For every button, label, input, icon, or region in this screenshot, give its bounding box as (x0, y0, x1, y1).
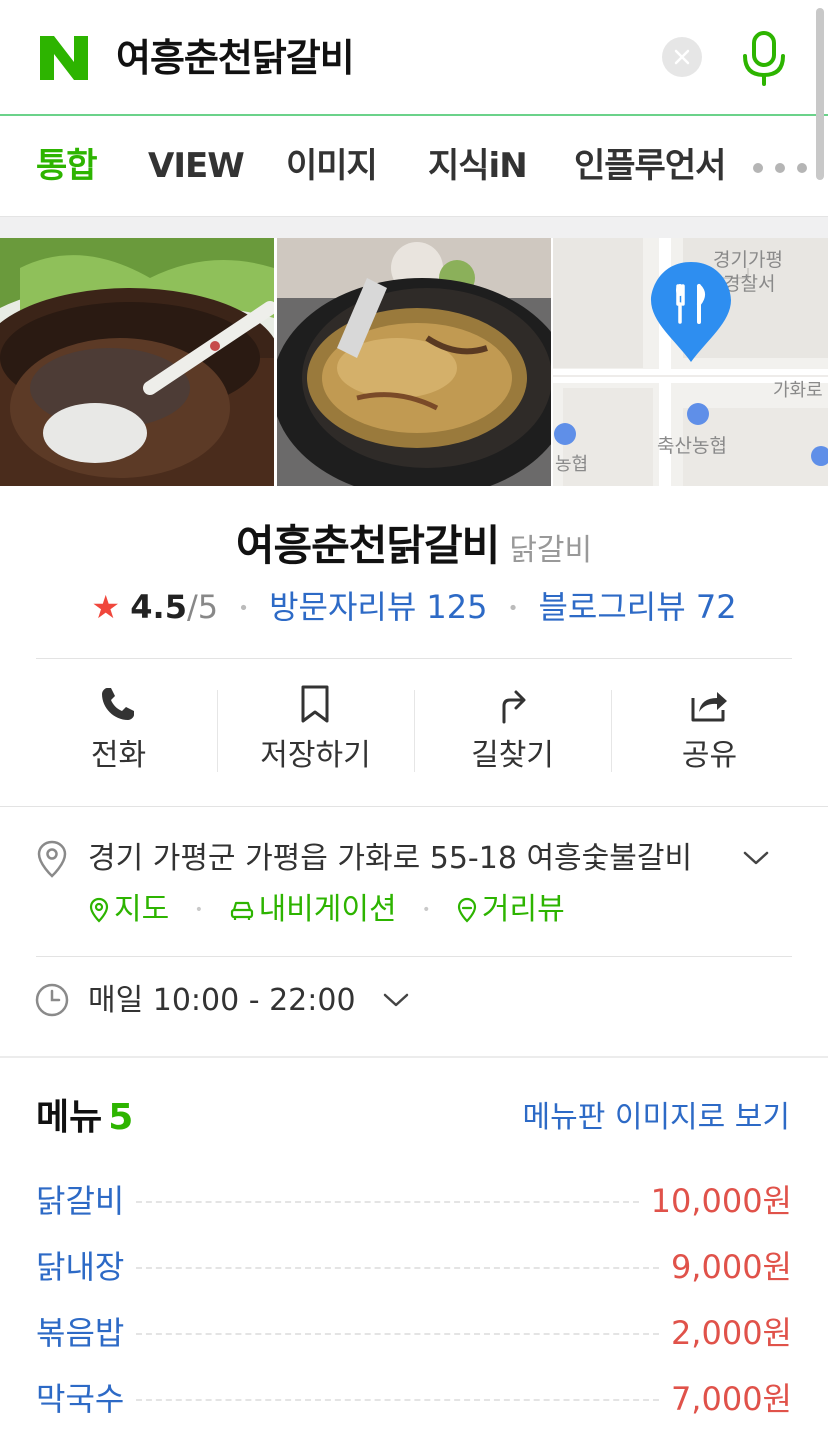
menu-item-price: 10,000원 (638, 1176, 792, 1222)
map-link-label: 지도 (114, 891, 170, 927)
share-icon (691, 692, 727, 722)
microphone-icon[interactable] (740, 30, 788, 86)
directions-icon (502, 690, 526, 724)
rating-value: 4.5 (130, 588, 187, 626)
address-text[interactable]: 경기 가평군 가평읍 가화로 55-18 여흥숯불갈비 (88, 838, 692, 880)
rating-max: /5 (186, 588, 219, 626)
tab-images[interactable]: 이미지 (286, 144, 378, 188)
menu-item-name: 막국수 (36, 1374, 137, 1420)
bookmark-icon (301, 685, 329, 723)
menu-title: 메뉴 (36, 1097, 103, 1138)
save-button[interactable]: 저장하기 (217, 660, 414, 806)
close-icon (674, 49, 690, 65)
blog-reviews-link[interactable]: 블로그리뷰 72 (538, 588, 736, 626)
photo-strip: 경기가평 경찰서 가화로 축산농협 농협 (0, 238, 828, 486)
call-button[interactable]: 전화 (20, 660, 217, 806)
rating-row: ★ 4.5/5 • 방문자리뷰 125 • 블로그리뷰 72 (0, 586, 828, 630)
navigation-link[interactable]: 내비게이션 (229, 889, 397, 931)
menu-leader (136, 1333, 659, 1335)
search-tabs: 통합 VIEW 이미지 지식iN 인플루언서 (0, 116, 828, 216)
separator-dot: • (507, 598, 519, 619)
menu-item-price: 2,000원 (658, 1308, 792, 1354)
share-button[interactable]: 공유 (611, 660, 808, 806)
map-label-nonghyup: 농협 (555, 454, 588, 475)
call-label: 전화 (90, 738, 147, 773)
map-link[interactable]: 지도 (88, 889, 169, 931)
navigation-link-label: 내비게이션 (258, 891, 397, 927)
section-spacer (0, 216, 828, 238)
clock-icon (35, 983, 69, 1017)
map-thumbnail[interactable]: 경기가평 경찰서 가화로 축산농협 농협 (553, 238, 828, 486)
divider (0, 806, 828, 807)
menu-item-price: 9,000원 (658, 1242, 792, 1288)
naver-logo[interactable] (38, 34, 90, 82)
menu-item-name: 닭갈비 (36, 1176, 137, 1222)
menu-leader (136, 1201, 639, 1203)
menu-item-name: 볶음밥 (36, 1308, 137, 1354)
directions-button[interactable]: 길찾기 (414, 660, 611, 806)
menu-heading: 메뉴 5 (36, 1096, 133, 1140)
street-view-link[interactable]: 거리뷰 (456, 889, 565, 931)
search-bar: 여흥춘천닭갈비 (0, 0, 828, 116)
map-pin-icon (89, 897, 109, 923)
location-pin-icon (37, 840, 67, 878)
place-name[interactable]: 여흥춘천닭갈비 (236, 521, 500, 570)
clear-search-button[interactable] (662, 37, 702, 77)
map-label-station: 경찰서 (723, 273, 775, 295)
separator-dot: • (238, 598, 249, 619)
menu-item-name: 닭내장 (36, 1242, 137, 1288)
tab-view[interactable]: VIEW (148, 144, 245, 188)
menu-list: 닭갈비 10,000원 닭내장 9,000원 볶음밥 2,000원 막국수 7,… (36, 1166, 792, 1430)
menu-item[interactable]: 닭갈비 10,000원 (36, 1166, 792, 1232)
tab-integrated[interactable]: 통합 (36, 144, 98, 188)
menu-item[interactable]: 막국수 7,000원 (36, 1364, 792, 1430)
map-label-police: 경기가평 (713, 249, 783, 271)
divider (36, 658, 792, 659)
business-hours[interactable]: 매일 10:00 - 22:00 (88, 980, 356, 1022)
separator-dot: • (422, 901, 431, 918)
save-label: 저장하기 (260, 738, 371, 773)
separator-dot: • (194, 901, 204, 918)
search-query[interactable]: 여흥춘천닭갈비 (116, 30, 355, 86)
share-label: 공유 (681, 738, 738, 773)
car-icon (230, 901, 253, 920)
phone-icon (102, 688, 134, 720)
divider (36, 956, 792, 957)
tab-influencer[interactable]: 인플루언서 (574, 144, 726, 188)
address-links: 지도 • 내비게이션 • 거리뷰 (88, 888, 565, 931)
street-view-icon (457, 897, 477, 923)
section-divider (0, 1056, 828, 1058)
street-view-link-label: 거리뷰 (481, 891, 565, 927)
menu-item[interactable]: 닭내장 9,000원 (36, 1232, 792, 1298)
tab-knowledge-in[interactable]: 지식iN (428, 144, 528, 188)
menu-leader (136, 1267, 659, 1269)
map-label-bank: 축산농협 (657, 435, 727, 457)
map-label-road: 가화로 (773, 380, 823, 401)
menu-item[interactable]: 볶음밥 2,000원 (36, 1298, 792, 1364)
star-icon: ★ (91, 588, 121, 626)
action-bar: 전화 저장하기 길찾기 공유 (20, 660, 808, 806)
chevron-down-icon[interactable] (382, 990, 410, 1010)
visitor-reviews-link[interactable]: 방문자리뷰 125 (269, 588, 487, 626)
place-title: 여흥춘천닭갈비 닭갈비 (0, 512, 828, 573)
menu-leader (136, 1399, 659, 1401)
photo-soup-pot[interactable] (0, 238, 274, 486)
chevron-down-icon[interactable] (742, 848, 770, 868)
more-icon[interactable] (752, 162, 808, 174)
menu-count: 5 (108, 1097, 134, 1138)
photo-dakgalbi-pan[interactable] (277, 238, 551, 486)
place-category: 닭갈비 (509, 533, 593, 568)
menu-image-link[interactable]: 메뉴판 이미지로 보기 (523, 1098, 790, 1138)
menu-item-price: 7,000원 (658, 1374, 792, 1420)
directions-label: 길찾기 (471, 738, 554, 773)
